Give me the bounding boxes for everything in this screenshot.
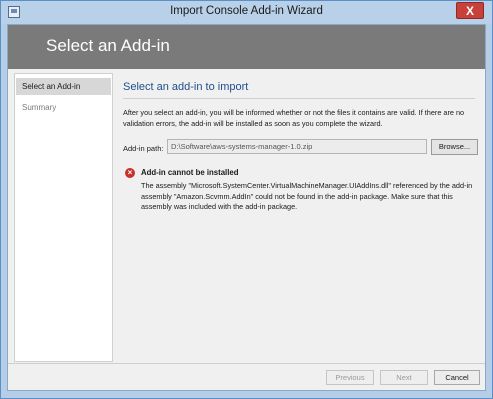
page-title: Select an Add-in [46,36,170,55]
nav-item-summary[interactable]: Summary [16,99,111,116]
browse-button[interactable]: Browse... [431,139,478,155]
previous-button[interactable]: Previous [326,370,374,385]
next-button[interactable]: Next [380,370,428,385]
page-banner: Select an Add-in [8,25,485,69]
section-heading: Select an add-in to import [123,81,249,93]
instructions-text: After you select an add-in, you will be … [123,108,465,128]
window-title: Import Console Add-in Wizard [170,5,323,17]
wizard-client-area: Select an Add-in Select an Add-in Summar… [7,24,486,391]
heading-divider [123,98,475,99]
close-button[interactable]: X [456,2,484,19]
wizard-window: Import Console Add-in Wizard X Select an… [0,0,493,399]
nav-item-select-add-in[interactable]: Select an Add-in [16,78,111,95]
error-message: The assembly "Microsoft.SystemCenter.Vir… [141,181,473,211]
footer-divider [8,363,485,364]
add-in-path-field[interactable]: D:\Software\aws-systems-manager-1.0.zip [167,139,427,154]
error-x-icon: × [125,168,135,178]
error-title: Add-in cannot be installed [141,168,239,177]
add-in-path-label: Add-in path: [123,144,164,153]
wizard-steps-nav: Select an Add-in Summary [14,73,113,362]
wizard-content: Select an add-in to import After you sel… [115,73,479,362]
title-bar[interactable]: Import Console Add-in Wizard X [1,1,492,24]
cancel-button[interactable]: Cancel [434,370,480,385]
